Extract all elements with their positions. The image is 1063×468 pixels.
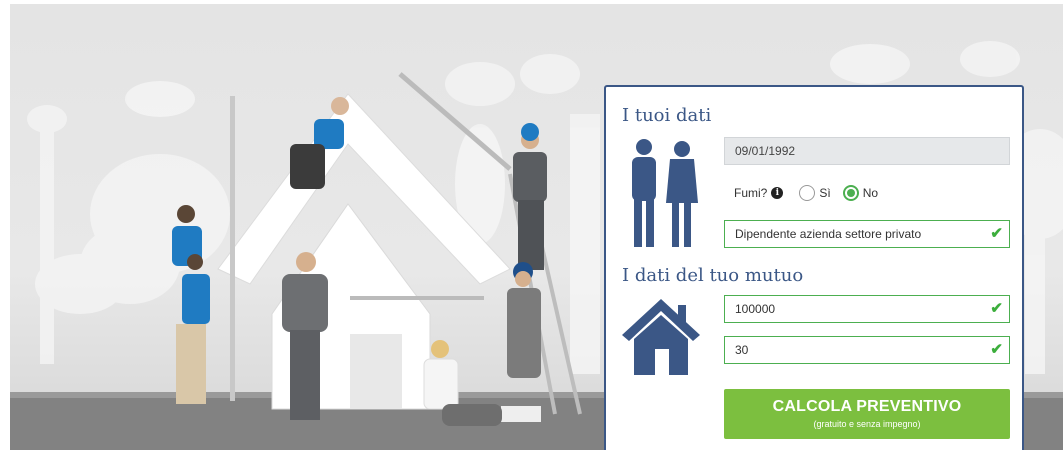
cta-label: CALCOLA PREVENTIVO (772, 398, 962, 415)
smoke-question: Fumi? i Sì No (734, 182, 878, 204)
smoke-no-label[interactable]: No (863, 186, 878, 200)
section-title-mortgage: I dati del tuo mutuo (622, 265, 804, 286)
occupation-select[interactable]: Dipendente azienda settore privato ✔ (724, 220, 1010, 248)
measuring-tape (230, 96, 235, 401)
house-icon (622, 299, 700, 375)
hero-banner: I tuoi dati 09/01/1992 Fumi? i Sì No Dip… (10, 4, 1063, 450)
duration-field[interactable]: 30 ✔ (724, 336, 1010, 364)
quote-form: I tuoi dati 09/01/1992 Fumi? i Sì No Dip… (604, 85, 1024, 450)
cta-subtitle: (gratuito e senza impegno) (813, 419, 921, 429)
occupation-value: Dipendente azienda settore privato (735, 227, 922, 241)
calculate-quote-button[interactable]: CALCOLA PREVENTIVO (gratuito e senza imp… (724, 389, 1010, 439)
birthdate-field[interactable]: 09/01/1992 (724, 137, 1010, 165)
smoke-yes-label[interactable]: Sì (819, 186, 830, 200)
check-icon: ✔ (990, 225, 1003, 242)
check-icon: ✔ (990, 300, 1003, 317)
check-icon: ✔ (990, 341, 1003, 358)
people-icon (632, 139, 698, 247)
smoke-no-radio[interactable] (842, 185, 859, 201)
info-icon[interactable]: i (771, 187, 784, 199)
smoke-yes-radio[interactable] (799, 185, 816, 201)
amount-field[interactable]: 100000 ✔ (724, 295, 1010, 323)
smoke-label: Fumi? (734, 186, 768, 200)
amount-value: 100000 (735, 302, 776, 316)
section-title-personal: I tuoi dati (622, 105, 712, 126)
duration-value: 30 (735, 343, 749, 357)
